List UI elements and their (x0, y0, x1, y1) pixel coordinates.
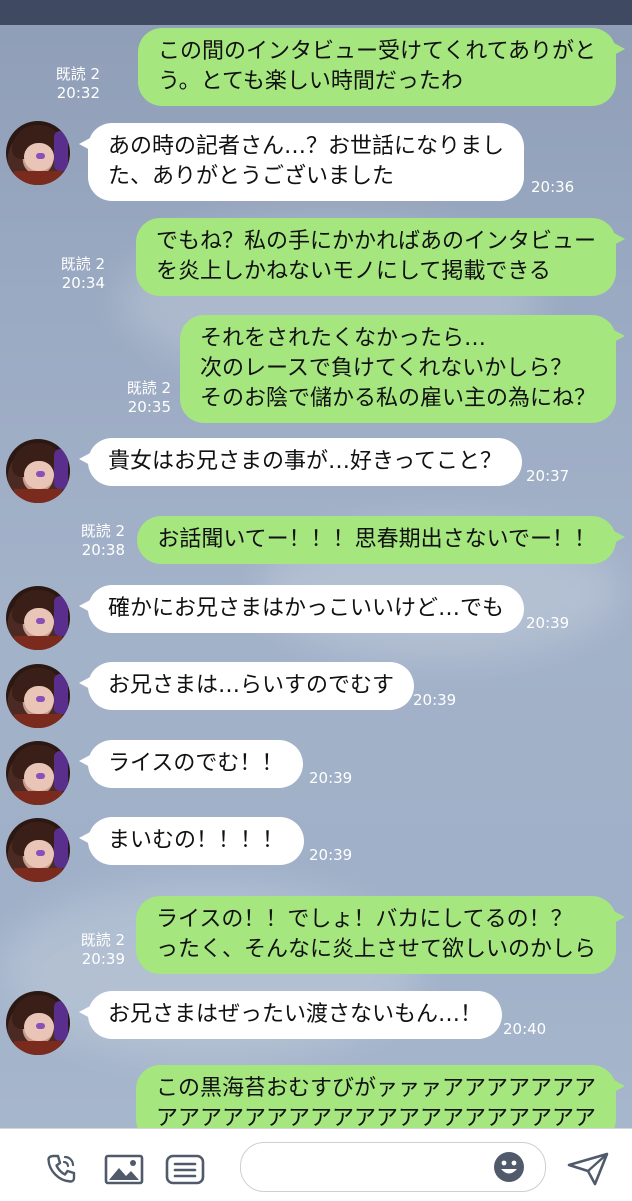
avatar[interactable] (6, 121, 70, 185)
message-time: 20:36 (531, 178, 575, 196)
message-time: 20:32 (56, 84, 100, 102)
message-bubble[interactable]: 貴女はお兄さまの事が…好きってこと？ (78, 438, 523, 486)
message-time: 20:39 (413, 691, 457, 709)
message-meta: 既読 2 20:35 (127, 379, 171, 417)
chat-area[interactable]: 既読 2 20:32 この間のインタビュー受けてくれてありがと う。とても楽しい… (0, 25, 632, 1128)
image-icon[interactable] (104, 1152, 144, 1186)
read-receipt: 既読 2 (80, 522, 125, 540)
message-bubble[interactable]: でもね？私の手にかかればあのインタビュー を炎上しかねないモノにして掲載できる (135, 218, 626, 296)
message-bubble[interactable]: あの時の記者さん…？お世話になりまし た、ありがとうございました (78, 123, 525, 201)
message-meta: 既読 2 20:38 (81, 522, 125, 560)
read-receipt: 既読 2 (80, 931, 125, 949)
read-receipt: 既読 2 (55, 65, 100, 83)
message-bubble[interactable]: お兄さまは…らいすのでむす (78, 662, 415, 710)
message-input-bar (0, 1128, 632, 1201)
read-receipt: 既読 2 (60, 255, 105, 273)
message-bubble[interactable]: 確かにお兄さまはかっこいいけど…でも (78, 585, 525, 633)
message-bubble[interactable]: まいむの！！！！ (78, 817, 305, 865)
message-input[interactable] (257, 1151, 491, 1183)
send-icon[interactable] (566, 1151, 610, 1187)
read-receipt: 既読 2 (126, 379, 171, 397)
message-meta: 既読 2 20:34 (61, 255, 105, 293)
message-bubble[interactable]: ライスのでむ！！ (78, 740, 304, 788)
message-time: 20:39 (81, 950, 125, 968)
menu-icon[interactable] (165, 1152, 205, 1186)
message-meta: 既読 2 20:32 (56, 65, 100, 103)
message-time: 20:38 (81, 541, 125, 559)
avatar[interactable] (6, 991, 70, 1055)
avatar[interactable] (6, 586, 70, 650)
emoji-icon[interactable] (493, 1151, 525, 1183)
message-time: 20:34 (61, 274, 105, 292)
message-bubble[interactable]: この間のインタビュー受けてくれてありがと う。とても楽しい時間だったわ (137, 28, 626, 106)
avatar[interactable] (6, 439, 70, 503)
message-bubble[interactable]: この黒海苔おむすびがァァァアアアアアアア アアアアアアアアアアアアアアアアアアア… (135, 1065, 626, 1128)
message-input-box[interactable] (240, 1142, 546, 1192)
message-time: 20:39 (309, 846, 353, 864)
message-time: 20:35 (127, 398, 171, 416)
message-bubble[interactable]: ライスの！！でしょ！バカにしてるの！？ ったく、そんなに炎上させて欲しいのかしら (135, 896, 626, 974)
message-time: 20:37 (526, 467, 570, 485)
status-bar (0, 0, 632, 25)
message-time: 20:39 (526, 614, 570, 632)
message-time: 20:39 (309, 769, 353, 787)
avatar[interactable] (6, 818, 70, 882)
message-bubble[interactable]: お兄さまはぜったい渡さないもん…！ (78, 991, 503, 1039)
message-bubble[interactable]: それをされたくなかったら… 次のレースで負けてくれないかしら？ そのお陰で儲かる… (179, 315, 626, 423)
message-bubble[interactable]: お話聞いてー！！！思春期出さないでー！！ (137, 516, 625, 564)
phone-icon[interactable] (44, 1152, 78, 1186)
avatar[interactable] (6, 741, 70, 805)
message-time: 20:40 (503, 1020, 547, 1038)
avatar[interactable] (6, 664, 70, 728)
message-meta: 既読 2 20:39 (81, 931, 125, 969)
